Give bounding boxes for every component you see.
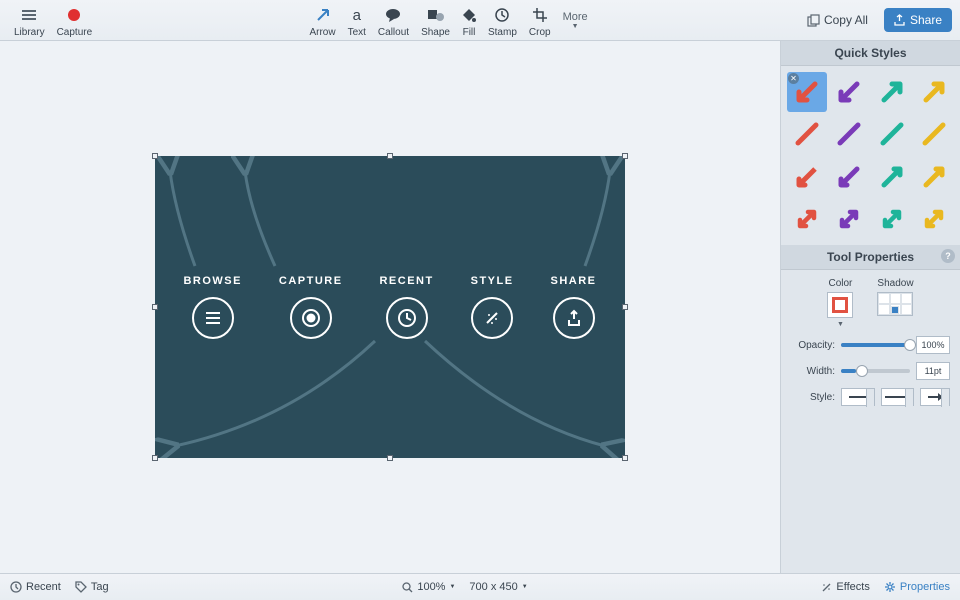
search-icon (402, 582, 413, 593)
resize-handle[interactable] (622, 304, 628, 310)
qs-double-gold[interactable] (914, 199, 954, 239)
resize-handle[interactable] (387, 455, 393, 461)
tag-button[interactable]: Tag (75, 581, 109, 593)
capture-label: Capture (57, 27, 93, 38)
width-label: Width: (791, 366, 835, 377)
qs-double-teal[interactable] (872, 199, 912, 239)
line-end-style[interactable] (920, 388, 950, 406)
qs-line-purple[interactable] (829, 114, 869, 154)
shadow-picker[interactable] (877, 292, 913, 316)
art-item-capture: CAPTURE (279, 275, 343, 339)
stamp-icon (495, 5, 509, 25)
arrow-tool-button[interactable]: Arrow (303, 0, 341, 40)
art-item-style: STYLE (471, 275, 514, 339)
wand-icon (821, 582, 832, 593)
clock-icon (386, 297, 428, 339)
resize-handle[interactable] (152, 455, 158, 461)
library-label: Library (14, 27, 45, 38)
effects-button[interactable]: Effects (821, 581, 869, 593)
zoom-control[interactable]: 100% ▼ (402, 581, 455, 593)
top-toolbar: Library Capture Arrow a Text Callout Sha… (0, 0, 960, 41)
shape-icon (427, 5, 445, 25)
help-icon[interactable]: ? (941, 249, 955, 263)
chevron-down-icon: ▼ (572, 23, 579, 30)
share-button[interactable]: Share (884, 8, 952, 32)
qs-line-gold[interactable] (914, 114, 954, 154)
color-label: Color (828, 278, 852, 289)
qs-pencil-red[interactable] (787, 157, 827, 197)
statusbar: Recent Tag 100% ▼ 700 x 450 ▼ Effects Pr… (0, 573, 960, 600)
quick-styles-header: Quick Styles (781, 41, 960, 66)
copy-icon (807, 14, 820, 27)
qs-arrow-purple[interactable] (829, 72, 869, 112)
chevron-down-icon: ▼ (522, 584, 528, 590)
copy-all-button[interactable]: Copy All (799, 9, 876, 31)
fill-icon (462, 5, 476, 25)
resize-handle[interactable] (622, 153, 628, 159)
art-item-browse: BROWSE (183, 275, 242, 339)
callout-tool-button[interactable]: Callout (372, 0, 415, 40)
library-button[interactable]: Library (8, 0, 51, 40)
quick-styles-grid: ✕ (781, 66, 960, 245)
resize-handle[interactable] (387, 153, 393, 159)
resize-handle[interactable] (152, 153, 158, 159)
more-tools-button[interactable]: More ▼ (557, 11, 594, 30)
crop-icon (533, 5, 547, 25)
record-icon (290, 297, 332, 339)
width-slider[interactable] (841, 369, 910, 373)
qs-arrow-red[interactable]: ✕ (787, 72, 827, 112)
menu-icon (21, 5, 37, 25)
opacity-slider[interactable] (841, 343, 910, 347)
opacity-value[interactable]: 100% (916, 336, 950, 354)
recent-button[interactable]: Recent (10, 581, 61, 593)
line-start-style[interactable] (841, 388, 875, 406)
qs-pencil-gold[interactable] (914, 157, 954, 197)
tool-properties-header: Tool Properties ? (781, 245, 960, 270)
menu-icon (192, 297, 234, 339)
capture-button[interactable]: Capture (51, 0, 99, 40)
qs-pencil-teal[interactable] (872, 157, 912, 197)
dimensions-display[interactable]: 700 x 450 ▼ (469, 581, 527, 593)
stamp-tool-button[interactable]: Stamp (482, 0, 523, 40)
qs-line-teal[interactable] (872, 114, 912, 154)
text-icon: a (353, 5, 361, 25)
callout-icon (385, 5, 401, 25)
qs-double-purple[interactable] (829, 199, 869, 239)
tag-icon (75, 581, 87, 593)
chevron-down-icon[interactable]: ▼ (837, 321, 844, 328)
qs-double-red[interactable] (787, 199, 827, 239)
artboard[interactable]: BROWSE CAPTURE RECENT STYLE SHARE (155, 156, 625, 458)
qs-line-red[interactable] (787, 114, 827, 154)
upload-icon (894, 14, 905, 26)
crop-tool-button[interactable]: Crop (523, 0, 557, 40)
wand-icon (471, 297, 513, 339)
shadow-label: Shadow (877, 278, 913, 289)
art-item-recent: RECENT (379, 275, 433, 339)
sidebar: Quick Styles ✕ Tool Properties ? (780, 41, 960, 573)
gear-icon (884, 581, 896, 593)
opacity-label: Opacity: (791, 340, 835, 351)
arrow-icon (315, 5, 331, 25)
qs-arrow-teal[interactable] (872, 72, 912, 112)
upload-icon (553, 297, 595, 339)
style-label: Style: (791, 392, 835, 403)
qs-pencil-purple[interactable] (829, 157, 869, 197)
shape-tool-button[interactable]: Shape (415, 0, 456, 40)
fill-tool-button[interactable]: Fill (456, 0, 482, 40)
color-swatch[interactable] (827, 292, 853, 318)
width-value[interactable]: 11pt (916, 362, 950, 380)
canvas-area[interactable]: BROWSE CAPTURE RECENT STYLE SHARE (0, 41, 780, 573)
art-item-share: SHARE (551, 275, 597, 339)
text-tool-button[interactable]: a Text (342, 0, 372, 40)
record-icon (67, 5, 81, 25)
clock-icon (10, 581, 22, 593)
chevron-down-icon: ▼ (449, 584, 455, 590)
line-mid-style[interactable] (881, 388, 915, 406)
qs-arrow-gold[interactable] (914, 72, 954, 112)
resize-handle[interactable] (152, 304, 158, 310)
properties-button[interactable]: Properties (884, 581, 950, 593)
close-icon[interactable]: ✕ (788, 73, 799, 84)
resize-handle[interactable] (622, 455, 628, 461)
